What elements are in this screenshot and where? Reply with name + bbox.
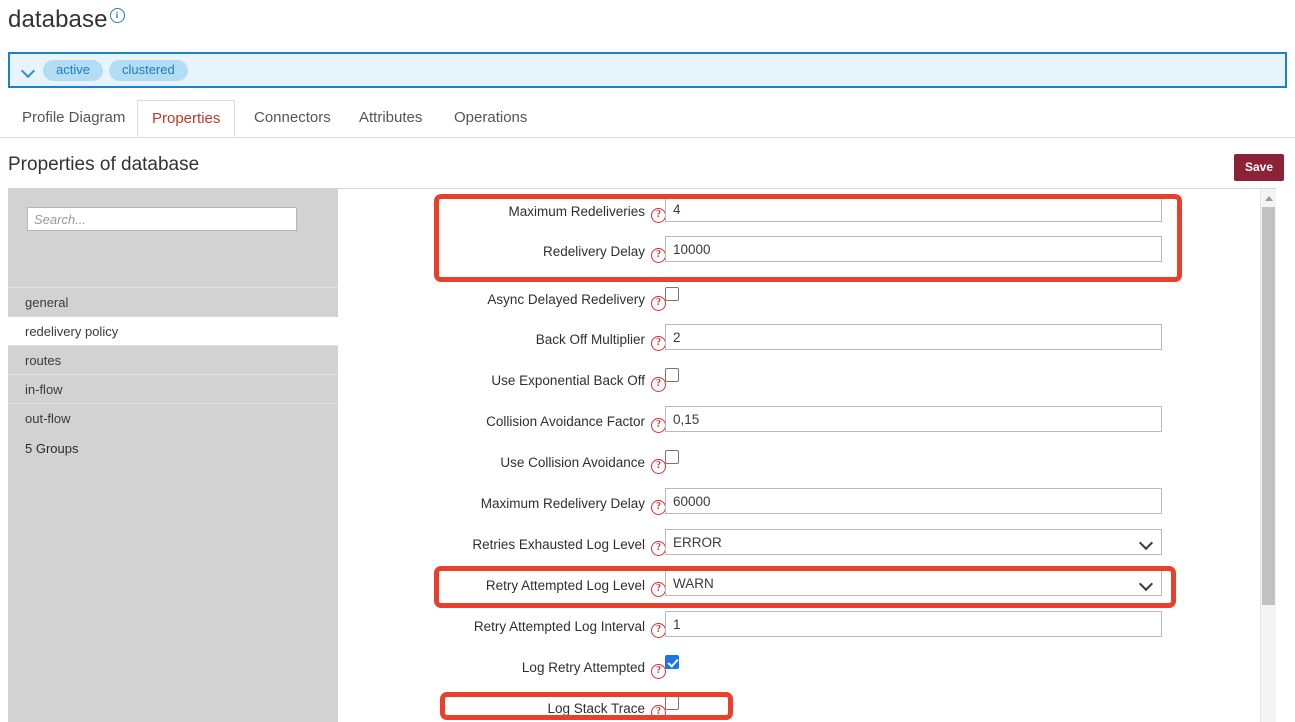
save-button[interactable]: Save — [1234, 154, 1284, 181]
help-circle-icon[interactable]: ? — [651, 541, 666, 556]
tab-connectors[interactable]: Connectors — [240, 100, 345, 136]
collision-avoidance-factor-input[interactable] — [665, 406, 1162, 432]
back-off-multiplier-input[interactable] — [665, 324, 1162, 350]
help-circle-icon[interactable]: ? — [651, 705, 666, 720]
retries-exhausted-log-level-wrap: TRACEDEBUGINFOWARNERROROFF — [665, 529, 1162, 555]
field-label: Maximum Redelivery Delay? — [481, 496, 666, 515]
page-title-text: database — [8, 6, 108, 33]
field-label: Back Off Multiplier? — [536, 332, 666, 351]
help-circle-icon[interactable]: ? — [651, 248, 666, 263]
field-label: Retry Attempted Log Level? — [486, 578, 666, 597]
help-circle-icon[interactable]: ? — [651, 664, 666, 679]
field-label: Redelivery Delay? — [543, 244, 666, 263]
help-circle-icon[interactable]: ? — [651, 208, 666, 223]
field-row-use-collision-avoidance: Use Collision Avoidance? — [338, 444, 1258, 485]
field-label: Log Retry Attempted? — [522, 660, 666, 679]
async-delayed-redelivery-checkbox[interactable] — [665, 287, 679, 301]
group-list: general redelivery policy routes in-flow… — [8, 287, 338, 432]
group-item-general[interactable]: general — [8, 287, 338, 316]
field-row-retry-attempted-log-interval: Retry Attempted Log Interval? — [338, 608, 1258, 649]
group-count-label: 5 Groups — [25, 441, 78, 456]
field-label: Use Exponential Back Off? — [491, 373, 666, 392]
field-row-use-exponential-back-off: Use Exponential Back Off? — [338, 362, 1258, 403]
status-badge-clustered[interactable]: clustered — [109, 60, 188, 81]
field-label: Log Stack Trace? — [547, 701, 666, 720]
field-row-async-delayed-redelivery: Async Delayed Redelivery? — [338, 281, 1258, 322]
section-title: Properties of database — [8, 154, 199, 176]
use-collision-avoidance-checkbox[interactable] — [665, 450, 679, 464]
triangle-up-icon[interactable] — [1261, 189, 1276, 206]
group-panel: 5 Groups general redelivery policy route… — [8, 188, 338, 722]
log-stack-trace-checkbox[interactable] — [665, 696, 679, 710]
status-bar: active clustered — [8, 52, 1287, 88]
maximum-redeliveries-input[interactable] — [665, 196, 1162, 222]
field-label: Collision Avoidance Factor? — [486, 414, 666, 433]
field-row-maximum-redelivery-delay: Maximum Redelivery Delay? — [338, 485, 1258, 526]
field-row-redelivery-delay: Redelivery Delay? — [338, 233, 1258, 274]
use-exponential-back-off-checkbox[interactable] — [665, 368, 679, 382]
info-icon[interactable]: i — [110, 8, 125, 23]
field-label: Retry Attempted Log Interval? — [474, 619, 666, 638]
tab-bar: Profile Diagram Properties Connectors At… — [0, 100, 1295, 138]
help-circle-icon[interactable]: ? — [651, 418, 666, 433]
field-row-back-off-multiplier: Back Off Multiplier? — [338, 321, 1258, 362]
retry-attempted-log-level-wrap: TRACEDEBUGINFOWARNERROROFF — [665, 570, 1162, 596]
group-item-in-flow[interactable]: in-flow — [8, 374, 338, 403]
field-label: Use Collision Avoidance? — [500, 455, 666, 474]
retry-attempted-log-interval-input[interactable] — [665, 611, 1162, 637]
field-label: Maximum Redeliveries? — [508, 204, 666, 223]
field-row-maximum-redeliveries: Maximum Redeliveries? — [338, 193, 1258, 234]
help-circle-icon[interactable]: ? — [651, 582, 666, 597]
help-circle-icon[interactable]: ? — [651, 377, 666, 392]
group-search-input[interactable] — [27, 207, 297, 231]
page-title: databasei — [8, 6, 125, 34]
properties-page: databasei active clustered Profile Diagr… — [0, 0, 1295, 722]
chevron-down-icon[interactable] — [20, 62, 36, 78]
retry-attempted-log-level-select[interactable]: TRACEDEBUGINFOWARNERROROFF — [665, 570, 1162, 596]
group-item-redelivery-policy[interactable]: redelivery policy — [8, 316, 338, 345]
field-row-retry-attempted-log-level: Retry Attempted Log Level? TRACEDEBUGINF… — [338, 567, 1258, 608]
tab-operations[interactable]: Operations — [440, 100, 541, 136]
properties-form: Maximum Redeliveries? Redelivery Delay? … — [338, 188, 1288, 722]
help-circle-icon[interactable]: ? — [651, 296, 666, 311]
form-scrollbar[interactable] — [1260, 189, 1276, 722]
tab-profile-diagram[interactable]: Profile Diagram — [8, 100, 139, 136]
redelivery-delay-input[interactable] — [665, 236, 1162, 262]
help-circle-icon[interactable]: ? — [651, 500, 666, 515]
field-label: Retries Exhausted Log Level? — [472, 537, 666, 556]
field-row-retries-exhausted-log-level: Retries Exhausted Log Level? TRACEDEBUGI… — [338, 526, 1258, 567]
group-item-out-flow[interactable]: out-flow — [8, 403, 338, 432]
group-item-routes[interactable]: routes — [8, 345, 338, 374]
field-row-log-stack-trace: Log Stack Trace? — [338, 690, 1258, 722]
help-circle-icon[interactable]: ? — [651, 336, 666, 351]
right-gutter — [1276, 188, 1295, 722]
field-row-log-retry-attempted: Log Retry Attempted? — [338, 649, 1258, 690]
scrollbar-thumb[interactable] — [1262, 207, 1275, 605]
log-retry-attempted-checkbox[interactable] — [665, 655, 679, 669]
retries-exhausted-log-level-select[interactable]: TRACEDEBUGINFOWARNERROROFF — [665, 529, 1162, 555]
tab-attributes[interactable]: Attributes — [345, 100, 436, 136]
field-row-collision-avoidance-factor: Collision Avoidance Factor? — [338, 403, 1258, 444]
help-circle-icon[interactable]: ? — [651, 459, 666, 474]
help-circle-icon[interactable]: ? — [651, 623, 666, 638]
tab-properties[interactable]: Properties — [137, 100, 235, 137]
maximum-redelivery-delay-input[interactable] — [665, 488, 1162, 514]
field-label: Async Delayed Redelivery? — [487, 292, 666, 311]
status-badge-active[interactable]: active — [43, 60, 103, 81]
